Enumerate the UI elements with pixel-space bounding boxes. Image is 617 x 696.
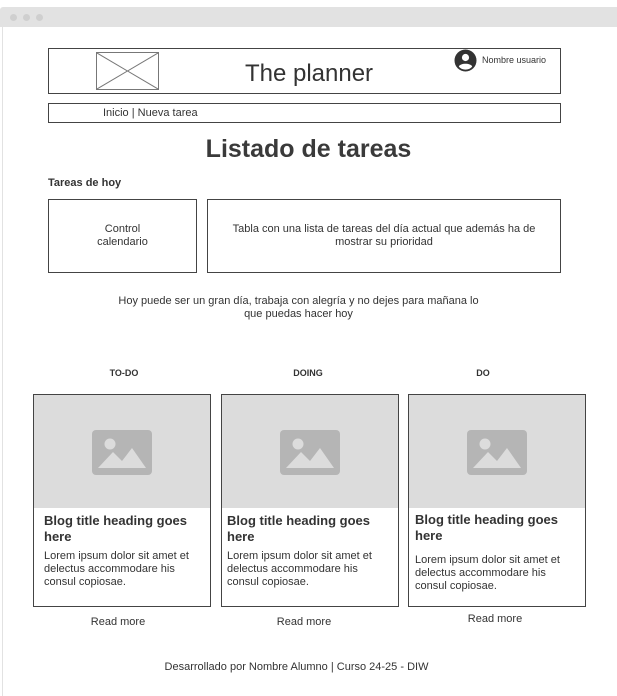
nav-separator: | <box>128 107 138 119</box>
read-more-link[interactable]: Read more <box>29 616 207 629</box>
read-more-link[interactable]: Read more <box>406 613 584 626</box>
window-dot-icon <box>10 14 17 21</box>
page-title: Listado de tareas <box>205 135 412 163</box>
browser-window-bar <box>0 7 617 27</box>
image-placeholder-icon[interactable] <box>96 52 159 90</box>
calendar-control[interactable]: Control calendario <box>48 199 197 273</box>
column-heading-do: DO <box>476 368 490 378</box>
window-dot-icon <box>23 14 30 21</box>
card-title: Blog title heading goes here <box>415 512 559 543</box>
image-placeholder-icon <box>280 430 340 475</box>
image-placeholder-icon <box>92 430 152 475</box>
image-placeholder-icon <box>467 430 527 475</box>
card-body: Lorem ipsum dolor sit amet et delectus a… <box>227 550 372 588</box>
today-tasks-table[interactable]: Tabla con una lista de tareas del día ac… <box>207 199 561 273</box>
card-body: Lorem ipsum dolor sit amet et delectus a… <box>44 550 189 588</box>
today-tasks-table-label: Tabla con una lista de tareas del día ac… <box>232 223 536 248</box>
card-image <box>34 395 210 508</box>
column-heading-todo: TO-DO <box>109 368 139 378</box>
calendar-control-label: Control calendario <box>97 223 148 248</box>
site-title: The planner <box>244 60 374 87</box>
card-title: Blog title heading goes here <box>227 513 371 544</box>
nav-menu: Inicio | Nueva tarea <box>103 107 198 120</box>
card-image <box>222 395 398 508</box>
section-title: Tareas de hoy <box>48 177 122 189</box>
task-card-doing: Blog title heading goes here Lorem ipsum… <box>221 394 399 607</box>
task-card-do: Blog title heading goes here Lorem ipsum… <box>408 394 586 607</box>
window-dot-icon <box>36 14 43 21</box>
footer-text: Desarrollado por Nombre Alumno | Curso 2… <box>164 661 429 673</box>
motto-text: Hoy puede ser un gran día, trabaja con a… <box>118 295 479 320</box>
card-title: Blog title heading goes here <box>44 513 188 544</box>
task-card-todo: Blog title heading goes here Lorem ipsum… <box>33 394 211 607</box>
user-name-link[interactable]: Nombre usuario <box>482 55 546 66</box>
card-image <box>409 395 585 508</box>
user-avatar-icon[interactable] <box>454 49 477 72</box>
column-heading-doing: DOING <box>293 368 323 378</box>
nav-item-inicio[interactable]: Inicio <box>103 107 129 119</box>
nav-item-nueva-tarea[interactable]: Nueva tarea <box>138 107 198 119</box>
card-body: Lorem ipsum dolor sit amet et delectus a… <box>415 554 560 592</box>
read-more-link[interactable]: Read more <box>215 616 393 629</box>
